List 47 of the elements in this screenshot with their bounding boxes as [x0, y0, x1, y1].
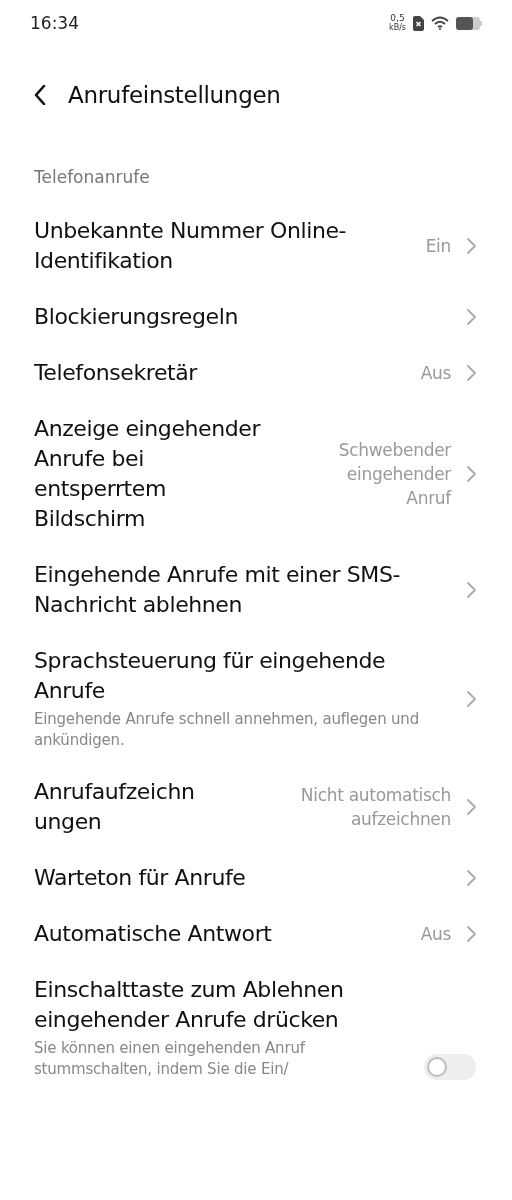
sim-off-icon [413, 15, 424, 31]
network-speed-unit: kB/s [389, 23, 406, 32]
toggle-switch[interactable] [424, 1054, 476, 1080]
setting-value: Ein [425, 235, 451, 258]
clock: 16:34 [30, 13, 79, 33]
settings-row[interactable]: Eingehende Anrufe mit einer SMS-Nachricht ablehnen [0, 547, 512, 633]
setting-description: Sie können einen eingehenden Anruf stummschalten, indem Sie die Ein/ [34, 1038, 307, 1080]
chevron-right-icon [467, 466, 476, 482]
chevron-right-icon [467, 870, 476, 886]
settings-row[interactable]: Warteton für Anrufe [0, 850, 512, 906]
setting-title: Automatische Antwort [34, 920, 273, 948]
page-title: Anrufeinstellungen [68, 82, 281, 108]
settings-row[interactable]: Einschalttaste zum Ablehnen eingehender Anrufe drücken Sie können einen eingehenden Anruf stummschalten, indem Sie die Ein/ [0, 962, 512, 1093]
setting-title: Blockierungsregeln [34, 303, 239, 331]
settings-row[interactable]: Automatische Antwort Aus [0, 906, 512, 962]
setting-title: Anzeige eingehender Anrufe bei entsperrtem Bildschirm [34, 415, 262, 533]
setting-title: Unbekannte Nummer Online-Identifikation [34, 217, 348, 275]
setting-title: Telefonsekretär [34, 359, 199, 387]
settings-row[interactable]: Anzeige eingehender Anrufe bei entsperrtem Bildschirm Schwebender eingehender Anruf [0, 401, 512, 547]
battery-icon [456, 16, 482, 30]
setting-value: Aus [420, 362, 451, 385]
network-speed: 0,5 [390, 14, 405, 23]
setting-value: Schwebender eingehender Anruf [337, 439, 451, 510]
setting-description: Eingehende Anrufe schnell annehmen, auflegen und ankündigen. [34, 709, 420, 751]
chevron-right-icon [467, 238, 476, 254]
settings-row[interactable]: Unbekannte Nummer Online-Identifikation Ein [0, 203, 512, 289]
back-button[interactable] [34, 85, 46, 105]
chevron-right-icon [467, 799, 476, 815]
setting-title: Anrufaufzeichn ungen [34, 778, 196, 836]
chevron-right-icon [467, 582, 476, 598]
chevron-right-icon [467, 309, 476, 325]
setting-title: Sprachsteuerung für eingehende Anrufe [34, 647, 387, 705]
settings-row[interactable]: Blockierungsregeln [0, 289, 512, 345]
back-icon [34, 85, 46, 105]
setting-title: Einschalttaste zum Ablehnen eingehender Anrufe drücken [34, 976, 345, 1034]
wifi-icon [431, 16, 449, 30]
section-header: Telefonanrufe [33, 167, 151, 187]
setting-title: Warteton für Anrufe [34, 864, 247, 892]
setting-title: Eingehende Anrufe mit einer SMS-Nachricht ablehnen [34, 561, 401, 619]
chevron-right-icon [467, 365, 476, 381]
settings-row[interactable]: Anrufaufzeichn ungen Nicht automatisch aufzeichnen [0, 764, 512, 850]
setting-value: Nicht automatisch aufzeichnen [299, 784, 451, 831]
chevron-right-icon [467, 926, 476, 942]
setting-value: Aus [420, 923, 451, 946]
chevron-right-icon [467, 690, 476, 707]
settings-row[interactable]: Telefonsekretär Aus [0, 345, 512, 401]
settings-row[interactable]: Sprachsteuerung für eingehende Anrufe Eingehende Anrufe schnell annehmen, auflegen und ankündigen. [0, 633, 512, 764]
